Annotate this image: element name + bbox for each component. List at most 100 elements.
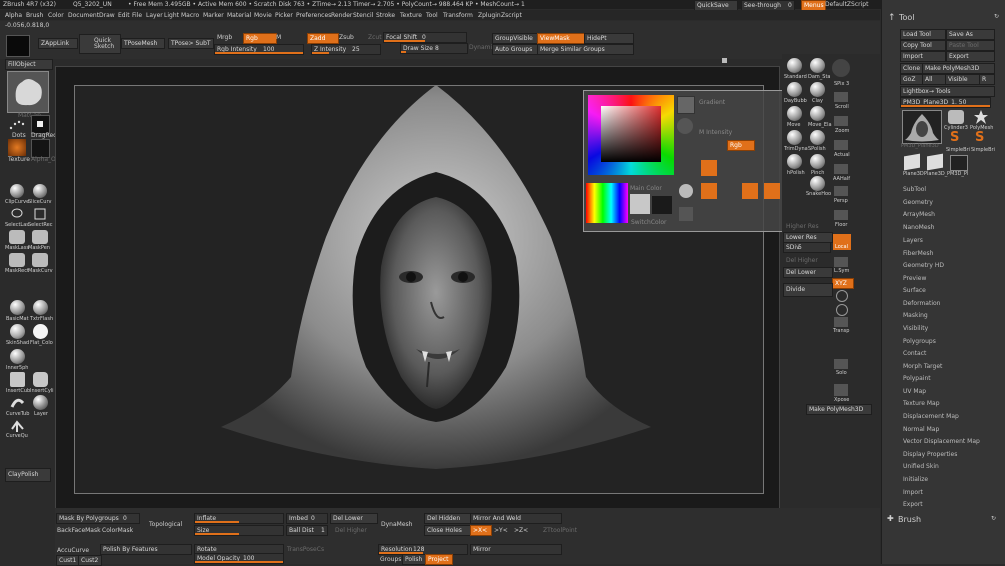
menu-polygroups[interactable]: Polygroups (903, 338, 936, 345)
damstandard-brush-icon[interactable] (810, 58, 825, 73)
xyz-button[interactable]: XYZ (832, 278, 854, 289)
menu-texture-map[interactable]: Texture Map (903, 400, 940, 407)
tool-panel-collapse-icon[interactable]: ↻ (994, 13, 999, 20)
mirror-y-toggle[interactable]: >Y< (494, 527, 508, 534)
brush-panel-pin-icon[interactable]: ✚ (887, 514, 894, 523)
current-tool-thumb[interactable] (902, 110, 942, 144)
menu-macro[interactable]: Macro (181, 12, 199, 19)
z-intensity-slider[interactable]: Z Intensity 25 (311, 44, 381, 55)
move-icon-tile[interactable] (742, 183, 758, 199)
masklasso-brush[interactable] (9, 230, 25, 244)
inflate-slider[interactable]: Inflate (194, 513, 284, 524)
menu-geometry-hd[interactable]: Geometry HD (903, 262, 944, 269)
rotate-icon[interactable] (836, 290, 848, 302)
menu-contact[interactable]: Contact (903, 350, 926, 357)
menu-normal-map[interactable]: Normal Map (903, 426, 939, 433)
clay-brush-icon[interactable] (810, 82, 825, 97)
menu-unified-skin[interactable]: Unified Skin (903, 463, 939, 470)
project-toggle[interactable]: Project (425, 554, 453, 565)
move-brush-icon[interactable] (787, 106, 802, 121)
fill-object-button[interactable]: FillObject (5, 59, 53, 70)
menu-fibermesh[interactable]: FiberMesh (903, 250, 933, 257)
menu-visibility[interactable]: Visibility (903, 325, 928, 332)
lsym-icon[interactable] (834, 257, 848, 267)
persp-icon[interactable] (834, 186, 848, 196)
load-tool-button[interactable]: Load Tool (900, 29, 946, 40)
brush-icon-tile[interactable] (677, 96, 695, 114)
selectlasso-brush[interactable] (10, 207, 24, 221)
menu-import[interactable]: Import (903, 489, 923, 496)
spolish-brush-icon[interactable] (810, 130, 825, 145)
goz-visible-button[interactable]: Visible (945, 74, 981, 85)
slicecurve-brush[interactable] (33, 184, 47, 198)
polish-by-features-slider[interactable]: Polish By Features (100, 544, 192, 555)
sdiv-slider[interactable]: SDiv 5 (783, 242, 831, 253)
menu-morph-target[interactable]: Morph Target (903, 363, 942, 370)
tpose-mesh-button[interactable]: TPoseMesh (121, 38, 165, 49)
basicmat-material[interactable] (10, 300, 25, 315)
curvequad-brush[interactable] (10, 419, 25, 434)
rgb-intensity-slider[interactable]: Rgb Intensity 100 (214, 44, 304, 55)
edit-icon-tile[interactable] (701, 183, 717, 199)
menu-vector-displacement-map[interactable]: Vector Displacement Map (903, 438, 980, 445)
curvetube-brush[interactable] (10, 395, 25, 410)
tool-panel-pin-icon[interactable]: ↑ (888, 13, 896, 23)
menu-stroke[interactable]: Stroke (376, 12, 395, 19)
insertcylinder-brush[interactable] (33, 372, 48, 387)
standard-brush-icon[interactable] (787, 58, 802, 73)
active-color-swatch[interactable] (6, 35, 30, 57)
menu-export[interactable]: Export (903, 501, 923, 508)
trimdynamic-brush-icon[interactable] (787, 130, 802, 145)
circle-icon-tile[interactable] (679, 184, 693, 198)
clone-button[interactable]: Clone (900, 63, 924, 74)
custom2-button[interactable]: Cust2 (78, 555, 102, 566)
m-toggle[interactable]: M (276, 34, 281, 41)
brush-panel-title[interactable]: Brush (898, 515, 921, 524)
paste-tool-button[interactable]: Paste Tool (946, 40, 995, 51)
stroke-icon-tile[interactable] (677, 118, 693, 134)
rotate-icon-tile[interactable] (679, 207, 693, 221)
menu-color[interactable]: Color (48, 12, 64, 19)
zsub-toggle[interactable]: Zsub (339, 34, 354, 41)
mrgb-toggle[interactable]: Mrgb (217, 34, 232, 41)
goz-button[interactable]: GoZ (900, 74, 924, 85)
tool-panel-title[interactable]: Tool (899, 13, 915, 22)
draw-icon-tile[interactable] (701, 160, 717, 176)
menu-surface[interactable]: Surface (903, 287, 926, 294)
spix-button[interactable] (832, 59, 850, 77)
claybuildup-brush-icon[interactable] (787, 82, 802, 97)
scroll-icon[interactable] (834, 92, 848, 102)
menu-file[interactable]: File (132, 12, 142, 19)
close-holes-button[interactable]: Close Holes (424, 525, 472, 536)
focal-shift-slider[interactable]: Focal Shift 0 (383, 32, 467, 43)
plane3d-2-thumb[interactable] (927, 153, 943, 171)
imbed-slider[interactable]: Imbed 0 (286, 513, 328, 524)
scale-icon-tile[interactable] (764, 183, 780, 199)
menu-brush[interactable]: Brush (26, 12, 43, 19)
zadd-toggle[interactable]: Zadd (307, 33, 339, 44)
make-polymesh-button[interactable]: Make PolyMesh3D (922, 63, 995, 74)
menu-nanomesh[interactable]: NanoMesh (903, 224, 934, 231)
color-mask-toggle[interactable]: ColorMask (102, 527, 133, 534)
view-mask-button[interactable]: ViewMask (537, 33, 585, 44)
clipcurve-brush[interactable] (10, 184, 24, 198)
group-visible-button[interactable]: GroupVisible (492, 33, 538, 44)
divide-button[interactable]: Divide (783, 283, 833, 297)
menu-draw[interactable]: Draw (99, 12, 115, 19)
mirror-x-toggle[interactable]: >X< (470, 525, 492, 536)
dynamesh-button[interactable]: DynaMesh (381, 521, 412, 528)
tpose-subt-button[interactable]: TPose> SubT (168, 38, 214, 49)
menu-layer[interactable]: Layer (146, 12, 163, 19)
auto-groups-button[interactable]: Auto Groups (492, 44, 538, 55)
current-tool-slider[interactable]: PM3D_Plane3D_1. 50 (900, 97, 991, 108)
hue-strip[interactable] (586, 183, 628, 223)
selectrect-brush[interactable] (33, 207, 47, 221)
skinshade-material[interactable] (10, 324, 25, 339)
default-zscript-button[interactable]: DefaultZScript (825, 1, 868, 8)
menu-transform[interactable]: Transform (443, 12, 473, 19)
menu-arraymesh[interactable]: ArrayMesh (903, 211, 935, 218)
floor-icon[interactable] (834, 210, 848, 220)
menu-geometry[interactable]: Geometry (903, 199, 933, 206)
menu-masking[interactable]: Masking (903, 312, 928, 319)
groups-toggle[interactable]: Groups (380, 556, 401, 563)
